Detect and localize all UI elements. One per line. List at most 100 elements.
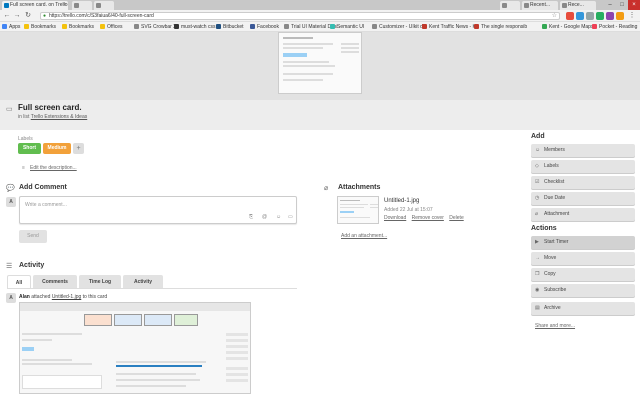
- activity-file-link[interactable]: Untitled-1.jpg: [52, 294, 81, 300]
- attachment-name[interactable]: Untitled-1.jpg: [384, 198, 419, 204]
- attachment-button[interactable]: ⌀ Attachment: [531, 208, 635, 221]
- bookmark-item[interactable]: SVG Crowbar 2: [134, 23, 176, 31]
- forward-icon[interactable]: →: [13, 12, 21, 20]
- extension-icon[interactable]: [616, 12, 624, 20]
- due-date-button[interactable]: ◷ Due Date: [531, 192, 635, 205]
- extension-icon[interactable]: [596, 12, 604, 20]
- favicon-icon: [562, 3, 567, 8]
- archive-button[interactable]: ▤ Archive: [531, 302, 635, 315]
- tab-label: Rece...: [568, 2, 584, 8]
- attachment-thumbnail[interactable]: [337, 196, 379, 224]
- subscribe-label: Subscribe: [544, 287, 567, 293]
- members-button[interactable]: ☺ Members: [531, 144, 635, 157]
- maximize-icon[interactable]: □: [616, 0, 628, 10]
- browser-tab[interactable]: [72, 1, 92, 10]
- bookmark-icon: [474, 24, 479, 29]
- list-prefix: in list: [18, 114, 30, 120]
- bookmarks-bar: Apps Bookmarks Bookmarks Offices SVG Crowbar…: [0, 22, 640, 32]
- bookmark-label: Pocket - Reading: [599, 24, 638, 30]
- bookmark-item[interactable]: Kent Traffic News - K: [422, 23, 476, 31]
- card-link-icon[interactable]: ▭: [288, 214, 293, 220]
- move-label: Move: [544, 255, 557, 261]
- comment-placeholder: Write a comment...: [25, 202, 67, 208]
- start-timer-button[interactable]: ▶ Start Timer: [531, 236, 635, 249]
- bookmark-item[interactable]: Kent - Google Maps: [542, 23, 593, 31]
- attach-icon[interactable]: ⎘: [249, 214, 253, 220]
- bookmark-item[interactable]: Offices: [100, 23, 122, 31]
- tab-comments[interactable]: Comments: [33, 275, 77, 289]
- share-and-more-link[interactable]: Share and more...: [535, 323, 575, 329]
- window-close-icon[interactable]: ×: [628, 0, 640, 10]
- reload-icon[interactable]: ↻: [24, 12, 32, 20]
- labels-button[interactable]: ◇ Labels: [531, 160, 635, 173]
- activity-attachment-preview[interactable]: [19, 302, 251, 394]
- label-short[interactable]: Short: [18, 143, 41, 154]
- close-icon[interactable]: ×: [63, 1, 66, 10]
- back-icon[interactable]: ←: [3, 12, 11, 20]
- browser-tab[interactable]: [500, 1, 520, 10]
- browser-tab[interactable]: [94, 1, 114, 10]
- tab-all[interactable]: All: [7, 275, 31, 289]
- url-input[interactable]: ● https://trello.com/c/S3faiua6/40-full-…: [40, 12, 560, 20]
- extension-icon[interactable]: [586, 12, 594, 20]
- move-button[interactable]: → Move: [531, 252, 635, 265]
- minimize-icon[interactable]: –: [604, 0, 616, 10]
- play-icon: ▶: [535, 239, 539, 245]
- mention-icon[interactable]: @: [262, 214, 267, 220]
- download-link[interactable]: Download: [384, 215, 406, 221]
- arrow-right-icon: →: [535, 255, 540, 261]
- browser-tab[interactable]: Recent...: [522, 1, 558, 10]
- list-link[interactable]: Trello Extensions & Ideas: [31, 114, 88, 120]
- bookmark-item[interactable]: Customizer - UIkit d: [372, 23, 423, 31]
- members-label: Members: [544, 147, 565, 153]
- add-heading: Add: [531, 133, 545, 140]
- tab-activity[interactable]: Activity: [123, 275, 163, 289]
- bookmark-icon: [2, 24, 7, 29]
- comment-input[interactable]: Write a comment... ⎘ @ ☺ ▭: [19, 196, 297, 224]
- send-button[interactable]: Send: [19, 230, 47, 243]
- bookmark-icon: [250, 24, 255, 29]
- tab-time-log[interactable]: Time Log: [79, 275, 121, 289]
- avatar[interactable]: A: [6, 197, 16, 207]
- emoji-icon[interactable]: ☺: [276, 214, 281, 220]
- bookmark-item[interactable]: The single responsib: [474, 23, 527, 31]
- description-icon: ≡: [22, 165, 25, 171]
- avatar[interactable]: A: [6, 293, 16, 303]
- tab-label: Full screen card. on Trello: [10, 2, 68, 8]
- bookmark-icon: [174, 24, 179, 29]
- bookmark-item[interactable]: Bookmarks: [24, 23, 56, 31]
- add-label-button[interactable]: +: [73, 143, 84, 154]
- add-attachment-link[interactable]: Add an attachment...: [341, 233, 387, 239]
- page-title[interactable]: Full screen card.: [18, 103, 82, 112]
- bookmark-item[interactable]: Facebook: [250, 23, 279, 31]
- extension-icon[interactable]: [606, 12, 614, 20]
- bookmark-item[interactable]: Semantic UI: [330, 23, 364, 31]
- star-icon[interactable]: ☆: [552, 13, 557, 20]
- activity-user[interactable]: Alan: [19, 294, 30, 300]
- edit-description-link[interactable]: ≡ Edit the description...: [22, 165, 77, 171]
- menu-icon[interactable]: ⋮: [628, 12, 636, 20]
- subscribe-button[interactable]: ◉ Subscribe: [531, 284, 635, 297]
- copy-button[interactable]: ❐ Copy: [531, 268, 635, 281]
- card-header: [0, 100, 640, 130]
- bookmark-label: The single responsib: [481, 24, 528, 30]
- extension-icon[interactable]: [566, 12, 574, 20]
- trello-favicon-icon: [4, 3, 9, 8]
- checklist-button[interactable]: ☑ Checklist: [531, 176, 635, 189]
- bookmark-label: must-watch css: [181, 24, 216, 30]
- bookmark-item[interactable]: must-watch css: [174, 23, 215, 31]
- label-medium[interactable]: Medium: [43, 143, 71, 154]
- browser-tab-active[interactable]: Full screen card. on Trello ×: [2, 1, 68, 10]
- bookmark-item[interactable]: Bitbucket: [216, 23, 244, 31]
- bookmark-item[interactable]: Bookmarks: [62, 23, 94, 31]
- extension-icon[interactable]: [576, 12, 584, 20]
- copy-icon: ❐: [535, 271, 540, 277]
- delete-link[interactable]: Delete: [449, 215, 463, 221]
- bookmark-icon: [372, 24, 377, 29]
- browser-tab[interactable]: Rece...: [560, 1, 596, 10]
- bookmark-label: Bookmarks: [31, 24, 57, 30]
- remove-cover-link[interactable]: Remove cover: [412, 215, 444, 221]
- bookmark-item[interactable]: Apps: [2, 23, 20, 31]
- bookmark-item[interactable]: Pocket - Reading: [592, 23, 637, 31]
- cover-image[interactable]: [278, 32, 362, 94]
